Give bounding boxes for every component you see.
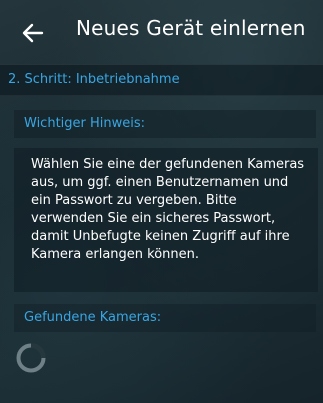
notice-heading-bar: Wichtiger Hinweis: <box>14 110 316 138</box>
loading-spinner-icon <box>15 342 47 374</box>
page-title: Neues Gerät einlernen <box>76 16 306 40</box>
cameras-heading: Gefundene Kameras: <box>24 310 162 325</box>
step-label: 2. Schritt: Inbetriebnahme <box>8 72 180 87</box>
notice-heading: Wichtiger Hinweis: <box>24 116 146 131</box>
step-indicator: 2. Schritt: Inbetriebnahme <box>0 64 323 96</box>
notice-box: Wählen Sie eine der gefundenen Kameras a… <box>14 148 318 292</box>
app-header: Neues Gerät einlernen <box>0 0 323 64</box>
cameras-heading-bar: Gefundene Kameras: <box>14 304 316 332</box>
arrow-left-icon <box>22 23 44 43</box>
back-button[interactable] <box>18 18 48 48</box>
notice-text: Wählen Sie eine der gefundenen Kameras a… <box>31 157 305 262</box>
